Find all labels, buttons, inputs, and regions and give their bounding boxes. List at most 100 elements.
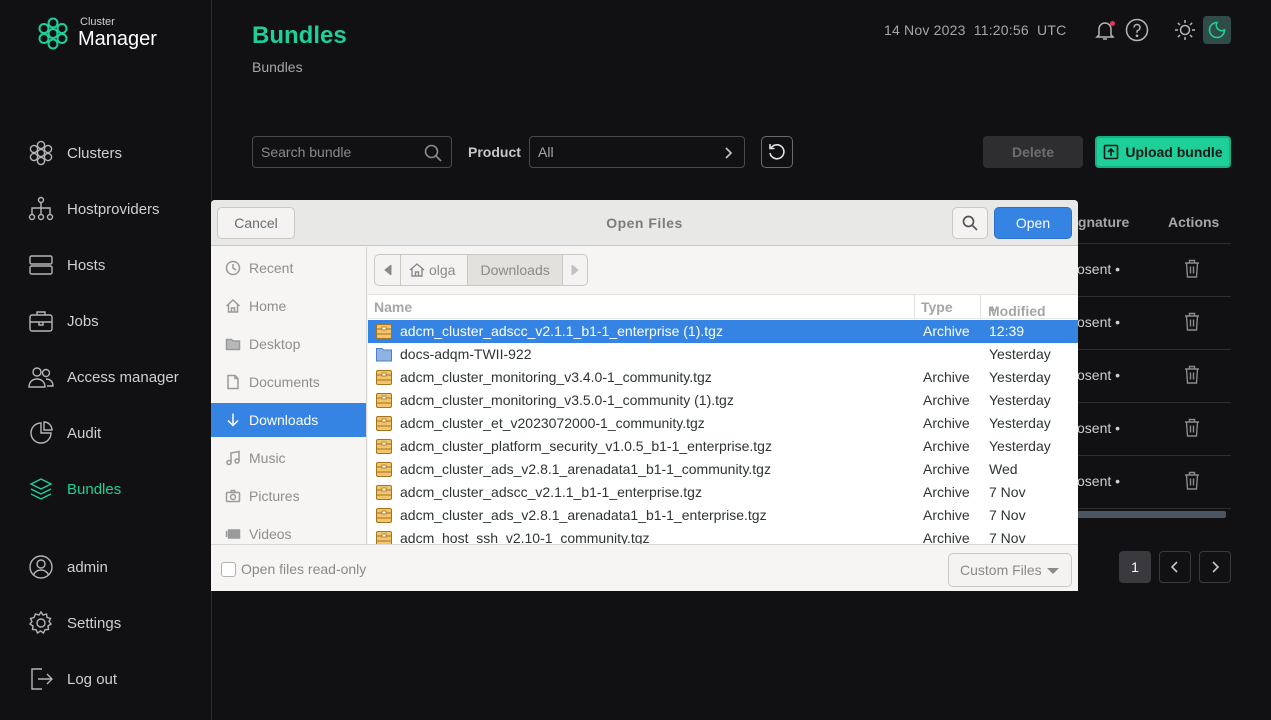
file-name: adcm_cluster_ads_v2.8.1_arenadata1_b1-1_… [400, 461, 771, 477]
path-segment-label: olga [429, 262, 456, 278]
column-header-signature[interactable]: ignature [1074, 214, 1129, 230]
sidebar-item-settings[interactable]: Settings [28, 608, 121, 638]
app-logo[interactable]: Cluster Manager [36, 16, 157, 50]
dark-theme-button[interactable] [1203, 16, 1231, 44]
reset-filters-button[interactable] [761, 136, 793, 168]
signature-cell: osent • [1077, 420, 1121, 436]
cancel-button[interactable]: Cancel [217, 207, 295, 239]
help-button[interactable] [1124, 17, 1150, 43]
file-row[interactable]: adcm_cluster_et_v2023072000-1_community.… [368, 412, 1078, 435]
upload-icon [1104, 144, 1119, 160]
place-videos[interactable]: Videos [211, 517, 366, 544]
archive-icon [376, 416, 392, 431]
place-desktop[interactable]: Desktop [211, 327, 366, 361]
file-filter-select[interactable]: Custom Files [948, 553, 1072, 587]
sidebar-item-logout[interactable]: Log out [28, 664, 117, 694]
signature-cell: osent • [1077, 261, 1121, 277]
file-list: Name Type Modified ▲ adcm_cluster_adscc_… [368, 294, 1078, 544]
delete-row-button[interactable] [1184, 418, 1200, 442]
dialog-footer: Open files read-only Custom Files [211, 544, 1078, 591]
path-segment-downloads[interactable]: Downloads [468, 255, 563, 285]
breadcrumb[interactable]: Bundles [252, 59, 303, 75]
column-header-name[interactable]: Name [374, 299, 412, 315]
dialog-search-button[interactable] [952, 207, 988, 239]
triangle-right-icon [571, 265, 579, 275]
path-forward-button[interactable] [563, 255, 587, 285]
place-label: Downloads [249, 412, 319, 428]
file-modified: 7 Nov [989, 530, 1026, 544]
place-home[interactable]: Home [211, 289, 366, 323]
table-horizontal-scrollbar[interactable] [1060, 511, 1226, 518]
path-segment-home[interactable]: olga [401, 255, 469, 285]
delete-row-button[interactable] [1184, 365, 1200, 389]
page-button-current[interactable]: 1 [1119, 551, 1151, 583]
file-row[interactable]: adcm_cluster_platform_security_v1.0.5_b1… [368, 435, 1078, 458]
product-select-value: All [538, 144, 554, 160]
file-row[interactable]: adcm_cluster_monitoring_v3.5.0-1_communi… [368, 389, 1078, 412]
next-page-button[interactable] [1199, 551, 1231, 583]
places-sidebar: Recent Home Desktop Documents Downloads … [211, 247, 367, 544]
file-row[interactable]: adcm_cluster_monitoring_v3.4.0-1_communi… [368, 366, 1078, 389]
file-modified: Yesterday [989, 392, 1051, 408]
file-row[interactable]: adcm_cluster_ads_v2.8.1_arenadata1_b1-1_… [368, 458, 1078, 481]
upload-bundle-button[interactable]: Upload bundle [1095, 136, 1231, 168]
file-row[interactable]: adcm_cluster_adscc_v2.1.1_b1-1_enterpris… [368, 320, 1078, 343]
delete-row-button[interactable] [1184, 312, 1200, 336]
archive-icon [376, 531, 392, 544]
page-title: Bundles [252, 22, 347, 49]
document-icon [227, 374, 239, 390]
chevron-right-icon [1212, 561, 1220, 573]
place-music[interactable]: Music [211, 441, 366, 475]
open-button[interactable]: Open [994, 207, 1072, 239]
file-row[interactable]: adcm_host_ssh_v2.10-1_community.tgz Archi… [368, 527, 1078, 544]
place-recent[interactable]: Recent [211, 251, 366, 285]
search-input[interactable] [261, 144, 421, 160]
sort-ascending-icon: ▲ [988, 303, 997, 313]
delete-row-button[interactable] [1184, 259, 1200, 283]
table-row: osent • [1060, 244, 1231, 297]
user-icon [29, 555, 53, 579]
sidebar-item-jobs[interactable]: Jobs [28, 306, 99, 336]
file-row[interactable]: adcm_cluster_adscc_v2.1.1_b1-1_enterpris… [368, 481, 1078, 504]
readonly-checkbox[interactable]: Open files read-only [221, 561, 366, 577]
sidebar-item-admin[interactable]: admin [28, 552, 108, 582]
sidebar-item-access-manager[interactable]: Access manager [28, 362, 179, 392]
archive-icon [376, 370, 392, 385]
sidebar-item-hostproviders[interactable]: Hostproviders [28, 194, 160, 224]
light-theme-button[interactable] [1172, 17, 1198, 43]
layers-icon [29, 478, 53, 500]
sidebar-item-clusters[interactable]: Clusters [28, 138, 122, 168]
product-filter-label: Product [468, 144, 521, 160]
file-modified: Yesterday [989, 346, 1051, 362]
file-type: Archive [923, 415, 970, 431]
logo-big-text: Manager [78, 28, 157, 50]
path-segment-label: Downloads [480, 262, 550, 278]
file-row[interactable]: adcm_cluster_ads_v2.8.1_arenadata1_b1-1_… [368, 504, 1078, 527]
path-back-button[interactable] [375, 255, 401, 285]
sidebar-item-bundles[interactable]: Bundles [28, 474, 121, 504]
file-name: docs-adqm-TWII-922 [400, 346, 532, 362]
product-select[interactable]: All [529, 136, 745, 168]
place-label: Home [249, 298, 287, 314]
server-icon [29, 255, 53, 275]
place-pictures[interactable]: Pictures [211, 479, 366, 513]
file-name: adcm_cluster_et_v2023072000-1_community.… [400, 415, 705, 431]
prev-page-button[interactable] [1159, 551, 1191, 583]
column-header-type[interactable]: Type [921, 299, 953, 315]
file-modified: Yesterday [989, 369, 1051, 385]
delete-row-button[interactable] [1184, 471, 1200, 495]
place-documents[interactable]: Documents [211, 365, 366, 399]
place-downloads[interactable]: Downloads [211, 403, 366, 437]
notifications-button[interactable] [1092, 17, 1118, 43]
delete-button[interactable]: Delete [983, 136, 1083, 168]
place-label: Documents [249, 374, 320, 390]
file-modified: Yesterday [989, 438, 1051, 454]
table-row: osent • [1060, 456, 1231, 509]
sidebar-item-audit[interactable]: Audit [28, 418, 101, 448]
file-type: Archive [923, 369, 970, 385]
sidebar-item-hosts[interactable]: Hosts [28, 250, 105, 280]
datetime-display: 14 Nov 2023 11:20:56 UTC [884, 22, 1066, 38]
archive-icon [376, 439, 392, 454]
file-row[interactable]: docs-adqm-TWII-922 Yesterday [368, 343, 1078, 366]
place-label: Recent [249, 260, 294, 276]
